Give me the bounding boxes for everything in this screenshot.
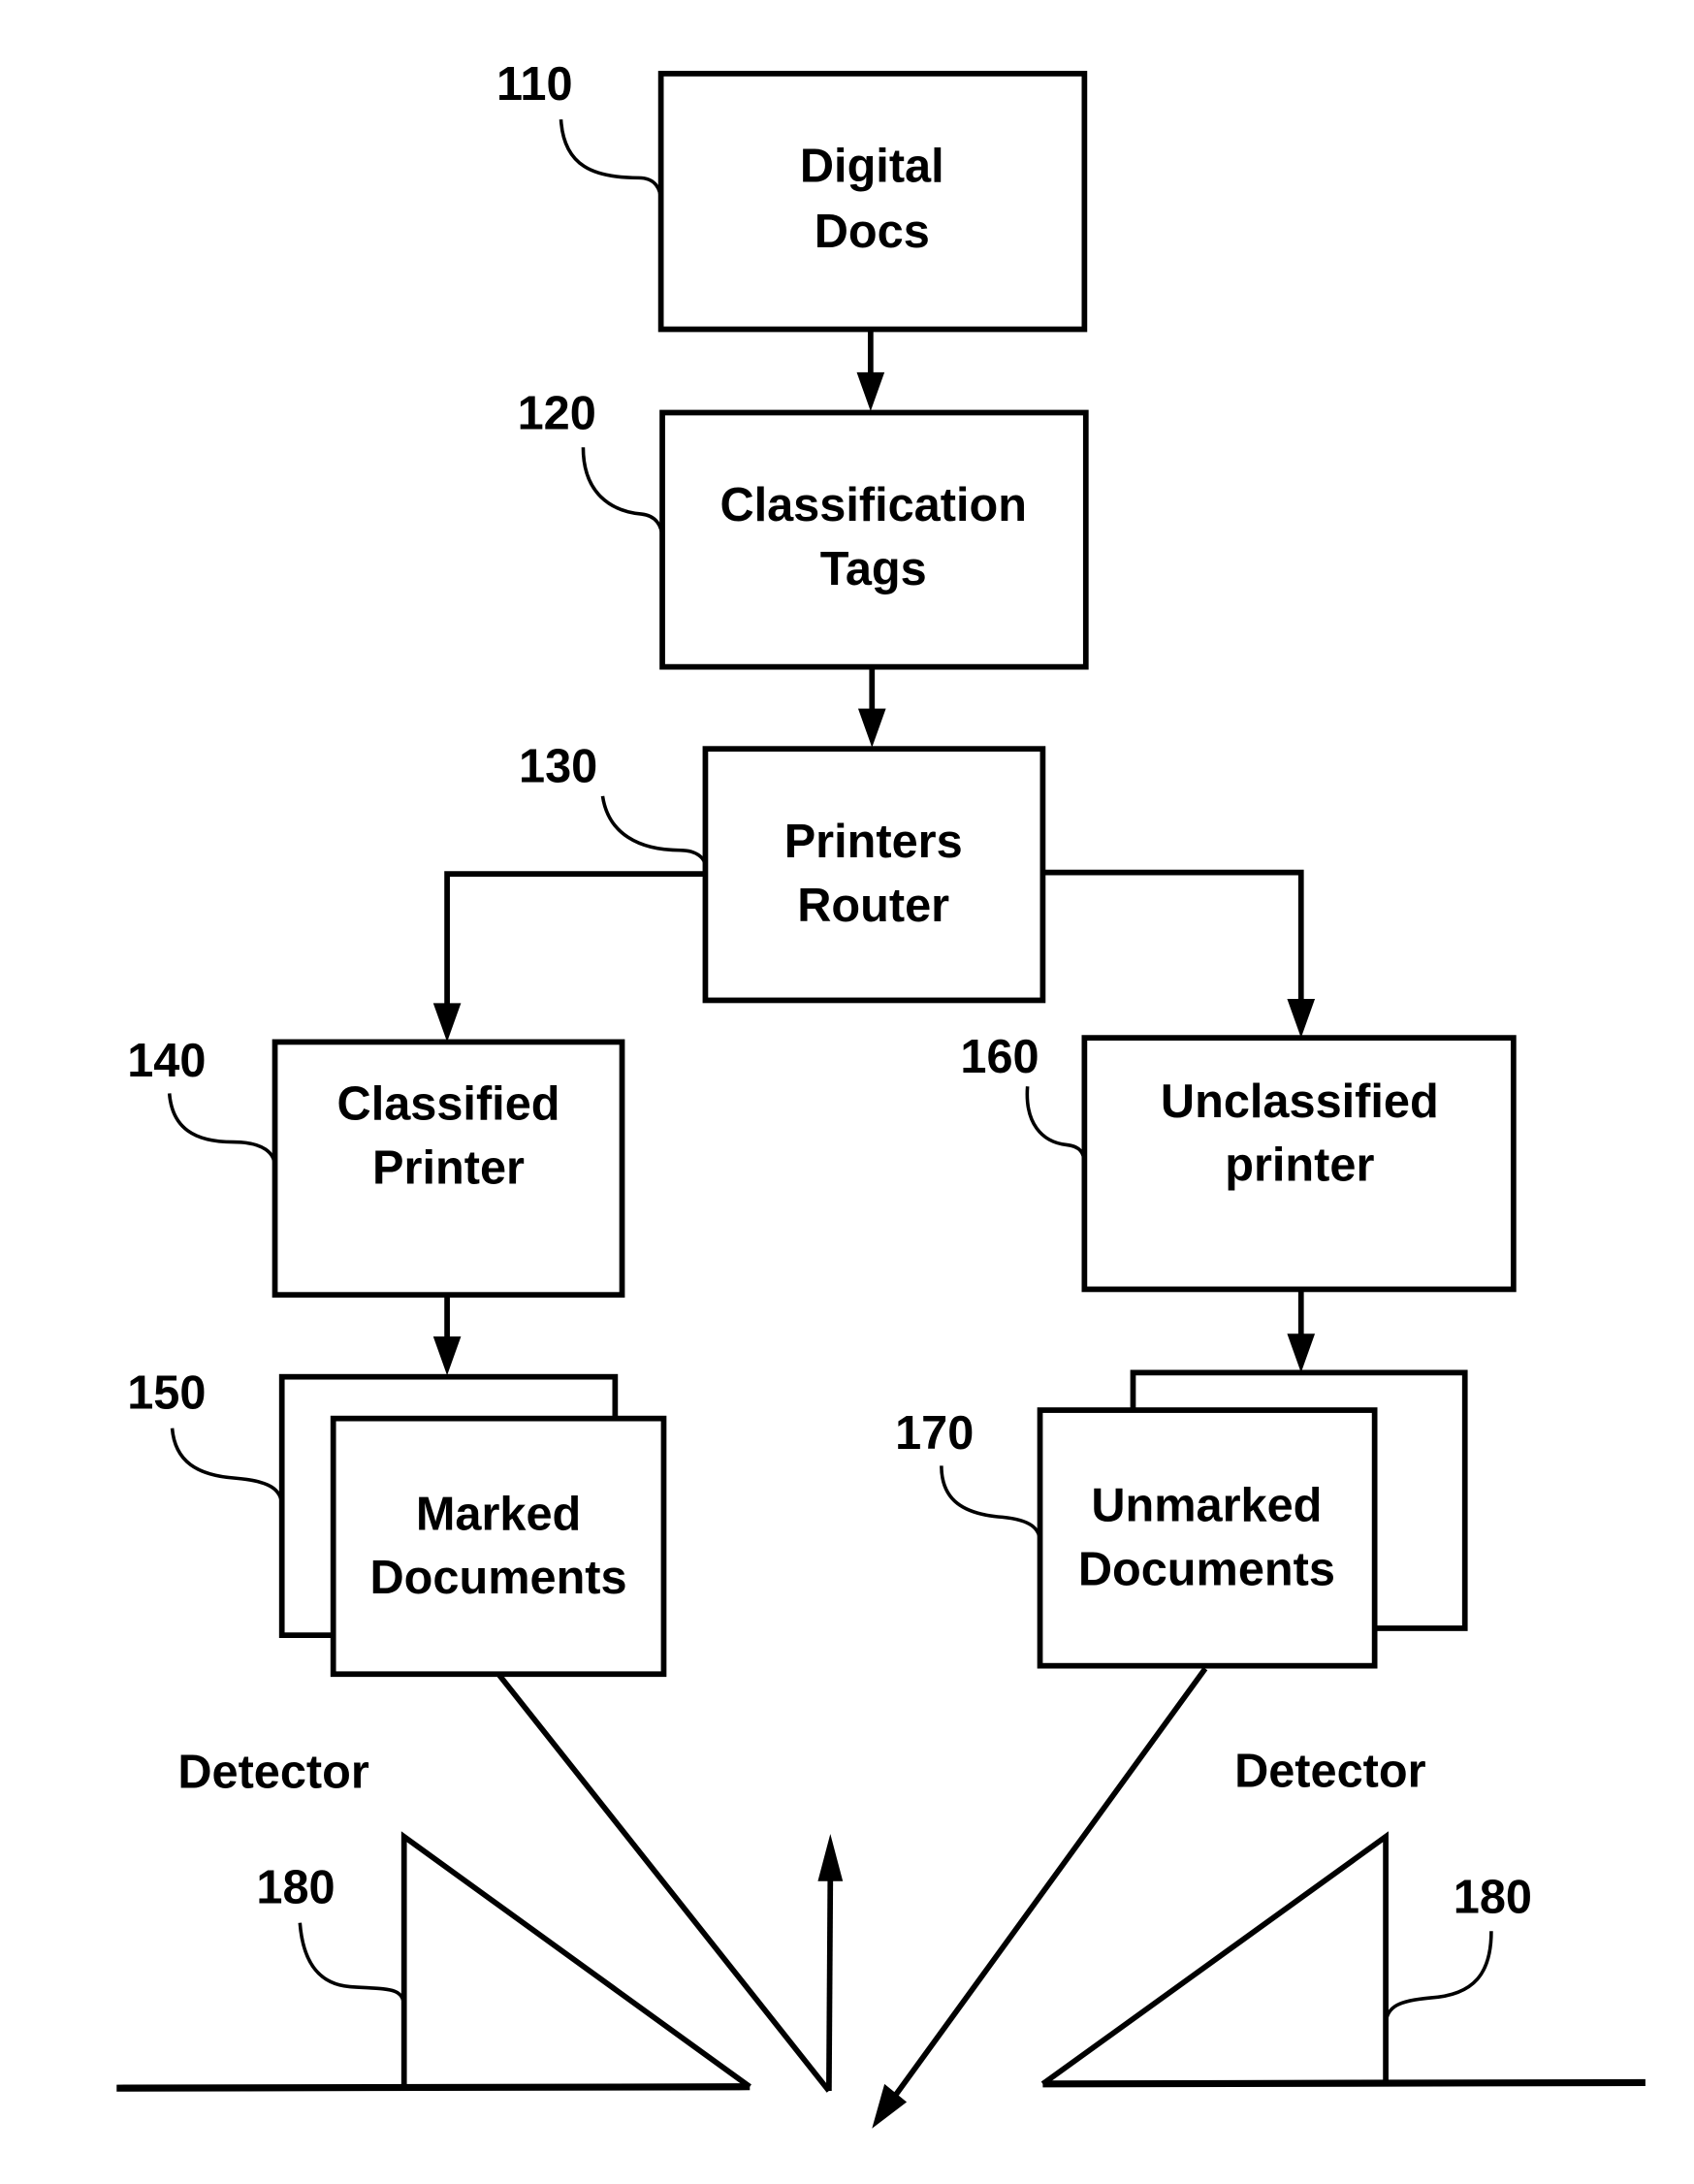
ref-number: 170 bbox=[895, 1407, 974, 1460]
detector-wedge bbox=[1040, 1831, 1389, 2087]
node-label-line1: Unmarked bbox=[1091, 1480, 1322, 1532]
ground-line bbox=[1042, 2078, 1646, 2088]
edge-110-120 bbox=[856, 329, 885, 412]
node-unclassified-printer: Unclassified printer bbox=[1081, 1035, 1517, 1293]
leader-line bbox=[1025, 1086, 1087, 1165]
document-front-sheet bbox=[1037, 1407, 1378, 1669]
ground-line bbox=[116, 2083, 751, 2092]
detector-right: Detector 180 bbox=[1040, 1745, 1646, 2088]
node-label-line2: Printer bbox=[372, 1142, 525, 1195]
ref-number: 140 bbox=[127, 1035, 206, 1087]
node-label-line2: Docs bbox=[815, 206, 930, 258]
node-classified-printer: Classified Printer bbox=[272, 1039, 625, 1299]
detector-wedge bbox=[400, 1831, 751, 2090]
node-label-line2: Router bbox=[797, 880, 949, 932]
node-label-line1: Classified bbox=[337, 1078, 560, 1131]
ref-number: 130 bbox=[519, 741, 597, 793]
leader-line bbox=[559, 119, 663, 202]
detector-left: Detector 180 bbox=[116, 1747, 751, 2092]
node-classification-tags: Classification Tags bbox=[659, 409, 1089, 670]
leader-line bbox=[600, 795, 708, 868]
ref-number: 150 bbox=[127, 1367, 206, 1420]
node-unmarked-documents: Unmarked Documents bbox=[1037, 1369, 1468, 1669]
node-label-line1: Unclassified bbox=[1161, 1076, 1439, 1128]
document-front-sheet bbox=[330, 1415, 667, 1678]
node-marked-documents: Marked Documents bbox=[278, 1373, 667, 1678]
leader-line bbox=[170, 1428, 284, 1507]
ref-number: 160 bbox=[960, 1031, 1039, 1083]
edge-130-160 bbox=[1042, 869, 1316, 1039]
ref-number: 120 bbox=[518, 388, 596, 440]
node-box bbox=[702, 746, 1046, 1004]
detector-label: Detector bbox=[1234, 1745, 1426, 1797]
leader-line bbox=[1384, 1931, 1493, 2024]
node-label-line2: Tags bbox=[820, 543, 927, 595]
node-label-line2: printer bbox=[1225, 1140, 1374, 1192]
ref-number: 180 bbox=[256, 1862, 335, 1914]
node-digital-docs: Digital Docs bbox=[657, 71, 1088, 333]
node-label-line2: Documents bbox=[1078, 1544, 1335, 1596]
node-box bbox=[657, 71, 1088, 333]
ref-number: 180 bbox=[1454, 1872, 1532, 1924]
node-label-line2: Documents bbox=[370, 1552, 627, 1604]
node-box bbox=[659, 409, 1089, 670]
detector-label: Detector bbox=[177, 1747, 369, 1799]
edge-140-150 bbox=[432, 1295, 462, 1376]
node-label-line1: Printers bbox=[784, 816, 963, 868]
edge-160-170 bbox=[1287, 1289, 1316, 1373]
leader-line bbox=[298, 1922, 406, 2007]
node-printers-router: Printers Router bbox=[702, 746, 1046, 1004]
leader-line bbox=[940, 1465, 1042, 1543]
edge-120-130 bbox=[857, 666, 886, 748]
flow-diagram: Digital Docs 110 Classification Tags 120… bbox=[116, 58, 1646, 2129]
node-label-line1: Digital bbox=[800, 141, 944, 193]
leader-line bbox=[581, 447, 664, 539]
node-label-line1: Classification bbox=[719, 479, 1027, 531]
node-label-line1: Marked bbox=[416, 1488, 581, 1540]
edge-130-140 bbox=[432, 871, 706, 1043]
ref-number: 110 bbox=[496, 58, 573, 111]
leader-line bbox=[167, 1093, 277, 1168]
incident-beam bbox=[872, 1666, 1208, 2129]
